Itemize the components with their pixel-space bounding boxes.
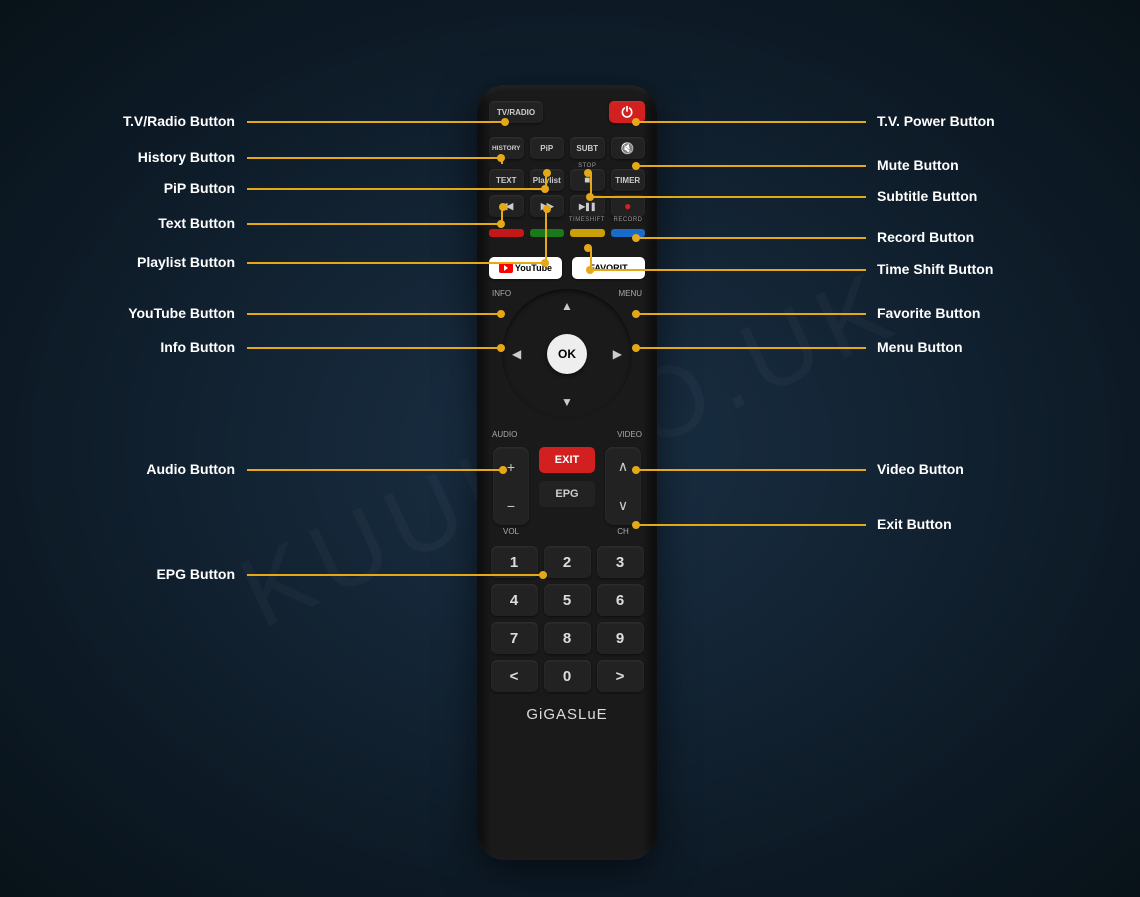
label-mute: Mute Button <box>877 157 959 173</box>
favorite-button[interactable]: FAVORIT <box>572 257 645 279</box>
label-timeshift: Time Shift Button <box>877 261 993 277</box>
green-button[interactable] <box>530 229 565 237</box>
label-text: Text Button <box>121 215 235 231</box>
channel-rocker: ∧ ∨ <box>605 447 641 525</box>
volume-down-button[interactable]: − <box>493 486 529 525</box>
num-5-button[interactable]: 5 <box>544 584 591 616</box>
line <box>501 206 503 208</box>
arrow-down-button[interactable]: ▼ <box>561 395 573 409</box>
label-subtitle: Subtitle Button <box>877 188 977 204</box>
line <box>636 469 866 471</box>
num-6-button[interactable]: 6 <box>597 584 644 616</box>
label-pip: PiP Button <box>130 180 235 196</box>
line <box>501 157 503 164</box>
exit-button[interactable]: EXIT <box>539 447 595 473</box>
label-menu: Menu Button <box>877 339 963 355</box>
video-label: VIDEO <box>617 430 642 439</box>
num-gt-button[interactable]: > <box>597 660 644 692</box>
subtitle-button[interactable]: SUBT <box>570 137 605 159</box>
num-4-button[interactable]: 4 <box>491 584 538 616</box>
num-8-button[interactable]: 8 <box>544 622 591 654</box>
line <box>636 313 866 315</box>
line <box>247 157 501 159</box>
mute-button[interactable] <box>611 137 646 159</box>
line <box>545 208 547 210</box>
tvradio-button[interactable]: TV/RADIO <box>489 101 543 123</box>
arrow-up-button[interactable]: ▲ <box>561 299 573 313</box>
label-favorite: Favorite Button <box>877 305 980 321</box>
mute-icon <box>621 142 635 155</box>
power-icon <box>621 104 632 121</box>
label-power: T.V. Power Button <box>877 113 995 129</box>
label-info: Info Button <box>125 339 235 355</box>
vol-label: VOL <box>493 527 529 536</box>
line <box>588 172 590 174</box>
line <box>247 574 543 576</box>
volume-up-button[interactable]: + <box>493 447 529 486</box>
line <box>636 165 866 167</box>
num-2-button[interactable]: 2 <box>544 546 591 578</box>
line <box>636 237 866 239</box>
arrow-right-button[interactable]: ▶ <box>613 347 622 361</box>
label-epg: EPG Button <box>123 566 235 582</box>
youtube-button[interactable]: YouTube <box>489 257 562 279</box>
line <box>636 121 866 123</box>
timeshift-label: TIMESHIFT <box>569 217 605 223</box>
num-0-button[interactable]: 0 <box>544 660 591 692</box>
yellow-button[interactable] <box>570 229 605 237</box>
ok-button[interactable]: OK <box>547 334 587 374</box>
label-video: Video Button <box>877 461 964 477</box>
youtube-icon <box>499 263 513 273</box>
line <box>590 196 866 198</box>
num-9-button[interactable]: 9 <box>597 622 644 654</box>
label-record: Record Button <box>877 229 974 245</box>
record-icon <box>624 199 631 213</box>
label-history: History Button <box>100 149 235 165</box>
line <box>247 121 505 123</box>
num-3-button[interactable]: 3 <box>597 546 644 578</box>
numpad: 1 2 3 4 5 6 7 8 9 < 0 > <box>489 546 645 692</box>
label-exit: Exit Button <box>877 516 952 532</box>
record-button[interactable] <box>611 195 646 217</box>
vol-ch-row: + − VOL EXIT EPG ∧ ∨ CH <box>489 447 645 536</box>
red-button[interactable] <box>489 229 524 237</box>
line <box>590 269 866 271</box>
line <box>545 208 547 262</box>
label-audio: Audio Button <box>106 461 235 477</box>
playpause-icon <box>579 202 596 211</box>
timer-button[interactable]: TIMER <box>611 169 646 191</box>
dpad-area: INFO MENU AUDIO VIDEO ▲ ▼ ◀ ▶ OK <box>492 289 642 439</box>
num-7-button[interactable]: 7 <box>491 622 538 654</box>
menu-label: MENU <box>618 289 642 298</box>
info-label: INFO <box>492 289 511 298</box>
brand-logo: GiGASLuE <box>489 706 645 723</box>
line <box>247 469 503 471</box>
label-playlist: Playlist Button <box>101 254 235 270</box>
line <box>247 223 501 225</box>
dpad-circle: ▲ ▼ ◀ ▶ OK <box>502 289 632 419</box>
line <box>636 524 866 526</box>
epg-button[interactable]: EPG <box>539 481 595 507</box>
history-button[interactable]: HISTORY <box>489 137 524 159</box>
audio-label: AUDIO <box>492 430 517 439</box>
line <box>545 172 547 174</box>
label-youtube: YouTube Button <box>90 305 235 321</box>
line <box>247 313 501 315</box>
label-tvradio: T.V/Radio Button <box>85 113 235 129</box>
pip-button[interactable]: PiP <box>530 137 565 159</box>
line <box>588 247 590 249</box>
channel-down-button[interactable]: ∨ <box>605 486 641 525</box>
num-lt-button[interactable]: < <box>491 660 538 692</box>
line <box>247 262 545 264</box>
line <box>636 347 866 349</box>
line <box>247 347 501 349</box>
line <box>247 188 545 190</box>
record-label: RECORD <box>611 217 645 223</box>
arrow-left-button[interactable]: ◀ <box>512 347 521 361</box>
volume-rocker: + − <box>493 447 529 525</box>
